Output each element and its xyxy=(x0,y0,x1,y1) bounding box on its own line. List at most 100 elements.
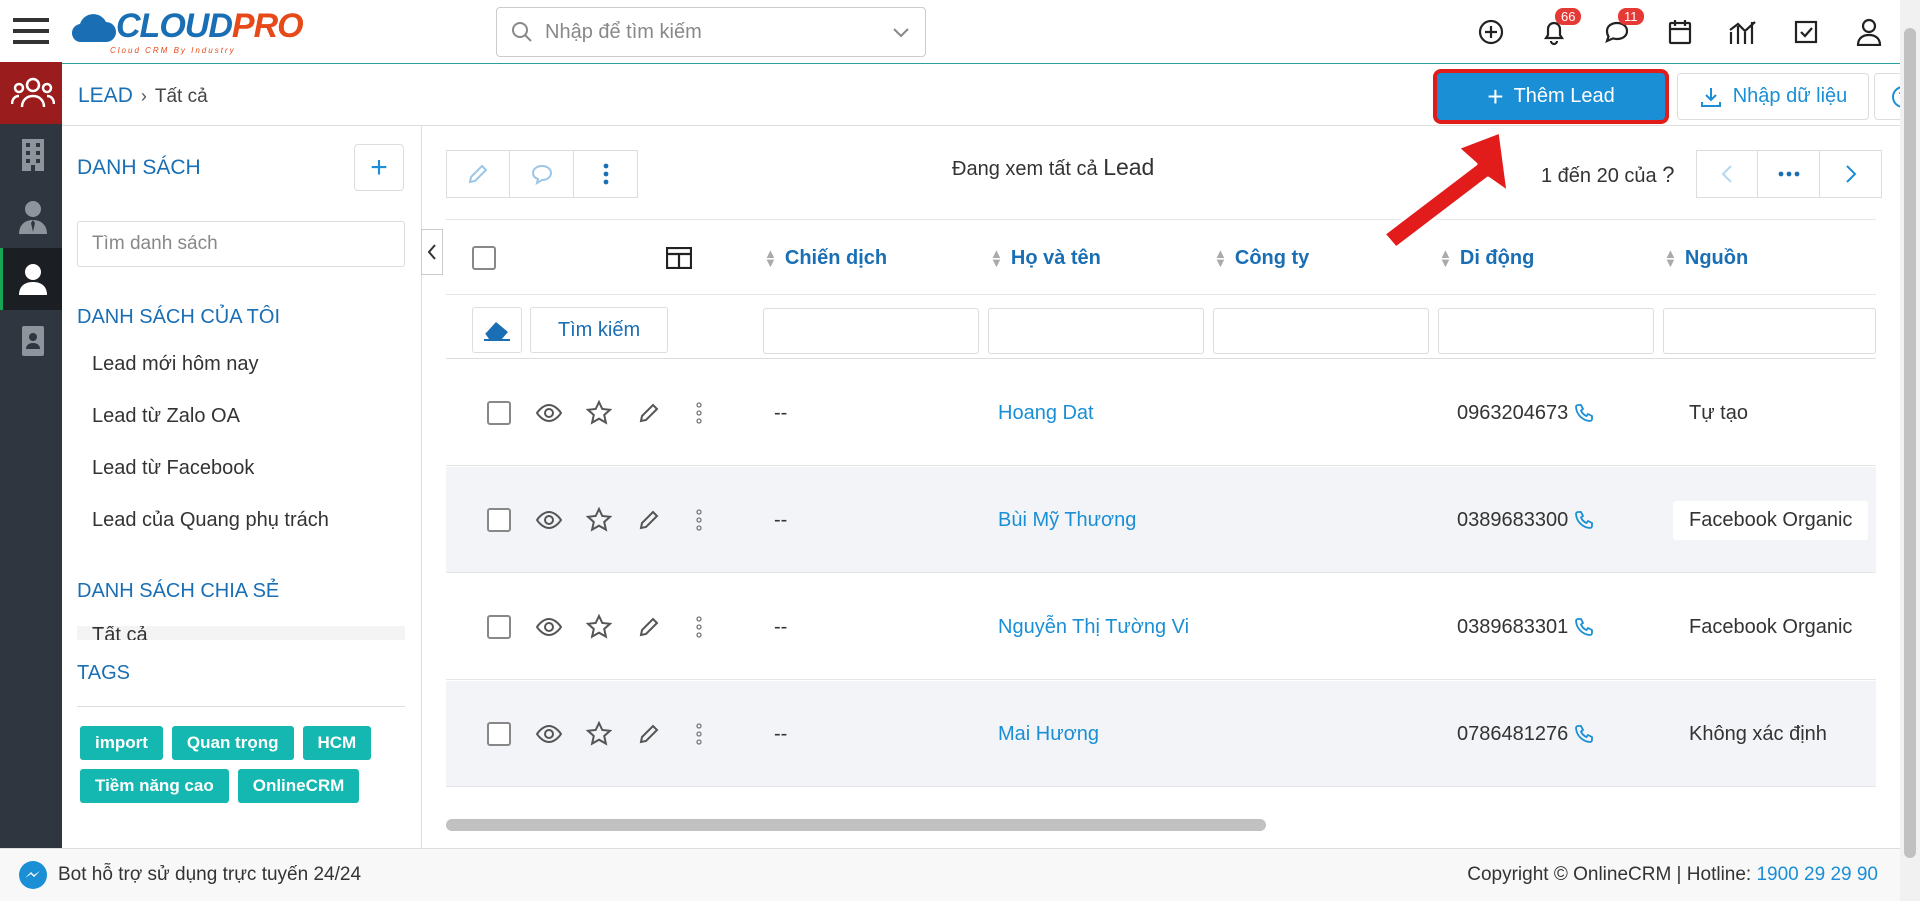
tasks-button[interactable] xyxy=(1774,0,1837,64)
list-item[interactable]: Lead mới hôm nay xyxy=(92,338,329,390)
viewing-prefix: Đang xem tất cả xyxy=(952,158,1098,180)
column-header[interactable]: ▲ ▼ Nguồn xyxy=(1664,220,1748,296)
row-checkbox[interactable] xyxy=(487,722,511,746)
comment-button[interactable] xyxy=(510,150,574,198)
list-toolbar xyxy=(446,150,638,198)
row-checkbox[interactable] xyxy=(487,615,511,639)
phone-icon[interactable] xyxy=(1574,724,1594,744)
view-icon[interactable] xyxy=(524,403,574,423)
rail-contact[interactable] xyxy=(0,186,62,248)
view-icon[interactable] xyxy=(524,510,574,530)
global-search[interactable]: Nhập để tìm kiếm xyxy=(496,7,926,57)
vertical-scrollbar[interactable] xyxy=(1900,0,1920,901)
edit-icon[interactable] xyxy=(624,402,674,424)
cell-source: Không xác định xyxy=(1689,722,1827,745)
rail-organization[interactable] xyxy=(0,124,62,186)
scrollbar-thumb[interactable] xyxy=(1904,28,1916,858)
rail-contacts-group[interactable] xyxy=(0,62,62,124)
notifications-button[interactable]: 66 xyxy=(1522,0,1585,64)
more-vertical-icon[interactable] xyxy=(674,509,724,531)
more-actions-button[interactable] xyxy=(574,150,638,198)
view-icon[interactable] xyxy=(524,617,574,637)
hotline-link[interactable]: 1900 29 29 90 xyxy=(1756,864,1878,885)
list-search-input[interactable]: Tìm danh sách xyxy=(77,221,405,267)
column-header[interactable]: ▲ ▼ Công ty xyxy=(1214,220,1309,296)
filter-input-mobile[interactable] xyxy=(1438,308,1654,354)
table-row[interactable]: -- Bùi Mỹ Thương 0389683300 Facebook Org… xyxy=(446,467,1876,573)
logo[interactable]: CLOUDPRO Cloud CRM By Industry xyxy=(70,6,304,55)
chevron-down-icon[interactable] xyxy=(891,21,911,43)
cell-campaign: -- xyxy=(774,722,788,745)
calendar-button[interactable] xyxy=(1648,0,1711,64)
quick-create-button[interactable] xyxy=(1459,0,1522,64)
list-item[interactable]: Lead của Quang phụ trách xyxy=(92,494,329,546)
table-row[interactable]: -- Hoang Dat 0963204673 Tự tạo xyxy=(446,360,1876,466)
tag[interactable]: OnlineCRM xyxy=(237,769,360,803)
more-vertical-icon[interactable] xyxy=(674,616,724,638)
cell-name-link[interactable]: Bùi Mỹ Thương xyxy=(998,467,1136,573)
chat-bot-link[interactable]: Bot hỗ trợ sử dụng trực tuyến 24/24 xyxy=(18,860,361,890)
collapse-panel-button[interactable] xyxy=(421,229,443,275)
viewing-module: Lead xyxy=(1103,154,1155,180)
filter-input-source[interactable] xyxy=(1663,308,1876,354)
column-header[interactable]: ▲ ▼ Chiến dịch xyxy=(764,220,887,296)
table-row[interactable]: -- Mai Hương 0786481276 Không xác định xyxy=(446,681,1876,787)
reports-button[interactable] xyxy=(1711,0,1774,64)
column-header[interactable]: ▲ ▼ Di động xyxy=(1439,220,1534,296)
import-button[interactable]: Nhập dữ liệu xyxy=(1677,73,1869,120)
list-item[interactable]: Lead từ Zalo OA xyxy=(92,390,329,442)
row-checkbox[interactable] xyxy=(487,401,511,425)
pager-total-unknown[interactable]: ? xyxy=(1662,162,1674,187)
column-layout-button[interactable] xyxy=(666,220,692,296)
add-lead-button[interactable]: + Thêm Lead xyxy=(1437,73,1665,120)
star-icon[interactable] xyxy=(574,400,624,426)
tag[interactable]: Quan trọng xyxy=(171,726,294,760)
pager-text: 1 đến 20 của ? xyxy=(1541,162,1674,188)
columns-icon xyxy=(666,247,692,269)
clear-filter-button[interactable] xyxy=(472,307,522,353)
horizontal-scrollbar[interactable] xyxy=(446,819,1266,831)
add-list-button[interactable]: + xyxy=(354,144,404,191)
profile-button[interactable] xyxy=(1837,0,1900,64)
filter-input-company[interactable] xyxy=(1213,308,1429,354)
prev-page-button[interactable] xyxy=(1696,150,1758,198)
cell-mobile: 0389683300 xyxy=(1457,467,1594,573)
more-vertical-icon[interactable] xyxy=(674,723,724,745)
column-header[interactable]: ▲ ▼ Họ và tên xyxy=(990,220,1101,296)
edit-icon[interactable] xyxy=(624,509,674,531)
next-page-button[interactable] xyxy=(1820,150,1882,198)
tag[interactable]: HCM xyxy=(302,726,372,760)
cell-name-link[interactable]: Hoang Dat xyxy=(998,360,1094,466)
phone-icon[interactable] xyxy=(1574,403,1594,423)
mass-edit-button[interactable] xyxy=(446,150,510,198)
messages-button[interactable]: 11 xyxy=(1585,0,1648,64)
list-item[interactable]: Lead từ Facebook xyxy=(92,442,329,494)
view-icon[interactable] xyxy=(524,724,574,744)
rail-contact-book[interactable] xyxy=(0,310,62,372)
phone-icon[interactable] xyxy=(1574,510,1594,530)
shared-list-item-partial[interactable]: Tất cả xyxy=(77,626,405,640)
filter-input-campaign[interactable] xyxy=(763,308,979,354)
search-button[interactable]: Tìm kiếm xyxy=(530,307,668,353)
star-icon[interactable] xyxy=(574,721,624,747)
filter-input-name[interactable] xyxy=(988,308,1204,354)
tag[interactable]: Tiềm năng cao xyxy=(80,769,229,803)
page-jump-button[interactable] xyxy=(1758,150,1820,198)
more-vertical-icon[interactable] xyxy=(674,402,724,424)
phone-icon[interactable] xyxy=(1574,617,1594,637)
edit-icon[interactable] xyxy=(624,723,674,745)
plus-icon: + xyxy=(1487,80,1504,112)
cell-name-link[interactable]: Mai Hương xyxy=(998,681,1099,787)
breadcrumb: LEAD › Tất cả xyxy=(78,84,208,108)
select-all-checkbox[interactable] xyxy=(472,246,496,270)
edit-icon[interactable] xyxy=(624,616,674,638)
menu-icon[interactable] xyxy=(0,0,62,62)
row-checkbox[interactable] xyxy=(487,508,511,532)
rail-lead[interactable] xyxy=(0,248,62,310)
tag[interactable]: import xyxy=(80,726,163,760)
star-icon[interactable] xyxy=(574,507,624,533)
table-row[interactable]: -- Nguyễn Thị Tường Vi 0389683301 Facebo… xyxy=(446,574,1876,680)
cell-name-link[interactable]: Nguyễn Thị Tường Vi xyxy=(998,574,1198,680)
star-icon[interactable] xyxy=(574,614,624,640)
breadcrumb-module[interactable]: LEAD xyxy=(78,84,133,107)
